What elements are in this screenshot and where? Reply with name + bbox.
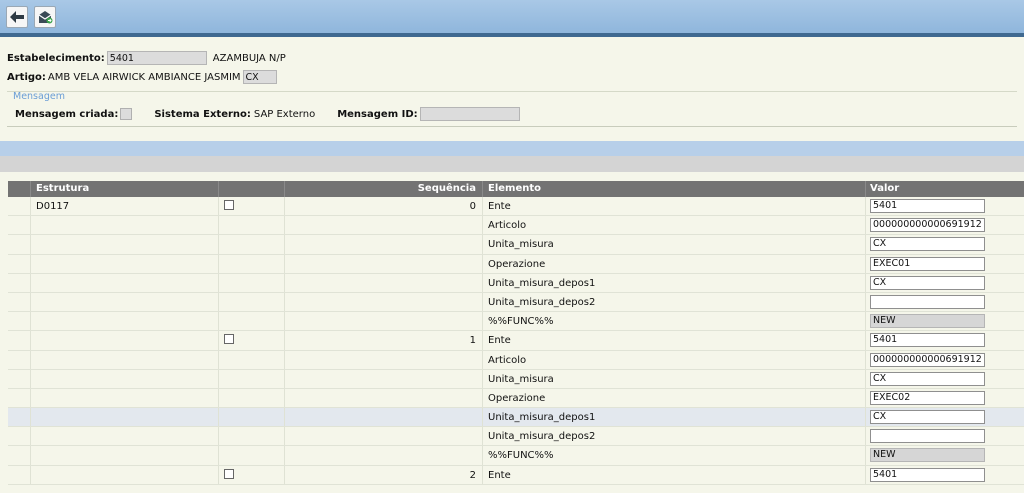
mensagem-criada-label: Mensagem criada: [15,108,119,120]
valor-readonly-field: NEW [870,448,985,463]
artigo-row: Artigo: AMB VELA AIRWICK AMBIANCE JASMIM… [7,69,277,85]
col-valor[interactable]: Valor [870,183,899,194]
valor-input[interactable]: CX [870,275,985,290]
elemento-cell: Unita_misura [488,373,554,385]
table-row: Unita_misura CX [8,369,1024,389]
mensagem-criada-checkbox[interactable] [120,108,133,120]
estabelecimento-name: AZAMBUJA N/P [212,52,286,64]
artigo-unit-field[interactable]: CX [242,70,277,84]
valor-input[interactable]: CX [870,410,985,425]
table-row: D0117 0 Ente 5401 [8,197,1024,217]
elemento-cell: Unita_misura [488,239,554,251]
mensagem-id-label: Mensagem ID: [337,108,418,120]
elemento-cell: Ente [488,201,511,212]
valor-input[interactable] [870,429,985,444]
table-row: %%FUNC%% NEW [8,312,1024,332]
elemento-cell: Articolo [488,220,527,232]
valor-input[interactable]: 5401 [870,467,985,482]
grid-header: Estrutura Sequência Elemento Valor [8,181,1024,197]
sistema-externo-value: SAP Externo [253,108,316,120]
valor-input[interactable]: 000000000000691912 [870,352,985,367]
table-row: Unita_misura_depos2 [8,292,1024,313]
back-button[interactable] [6,6,28,28]
elemento-cell: Operazione [488,258,546,270]
mensagem-id-field[interactable] [419,107,520,121]
send-message-button[interactable] [34,6,56,28]
estabelecimento-row: Estabelecimento: 5401 AZAMBUJA N/P [7,50,286,66]
table-row: %%FUNC%% NEW [8,446,1024,466]
valor-input[interactable] [870,294,985,309]
elemento-cell: Unita_misura_depos1 [488,277,596,289]
sequencia-cell: 1 [469,335,476,347]
back-arrow-icon [10,11,24,23]
mensagem-fieldset: Mensagem Mensagem criada: Sistema Extern… [7,91,1017,127]
valor-input[interactable]: 000000000000691912 [870,218,985,233]
table-row: Articolo 000000000000691912 [8,216,1024,236]
elemento-cell: %%FUNC%% [488,316,554,328]
col-sequencia[interactable]: Sequência [418,183,476,194]
elemento-cell: Unita_misura_depos2 [488,296,596,308]
valor-input[interactable]: 5401 [870,333,985,348]
elemento-cell: Ente [488,469,511,481]
sistema-externo-label: Sistema Externo: [154,108,251,120]
estabelecimento-label: Estabelecimento: [7,52,105,64]
table-row: 2 Ente 5401 [8,465,1024,485]
table-row: Operazione EXEC01 [8,254,1024,274]
table-row: Unita_misura_depos1 CX [8,273,1024,293]
row-checkbox[interactable] [224,200,234,210]
artigo-description: AMB VELA AIRWICK AMBIANCE JASMIM [47,71,241,83]
sequencia-cell: 0 [469,201,476,212]
row-checkbox[interactable] [224,468,234,479]
table-row: Unita_misura_depos2 [8,427,1024,447]
table-row: 1 Ente 5401 [8,331,1024,351]
grid-body: D0117 0 Ente 5401 Articolo 000000000000691912… [8,197,1024,485]
row-checkbox[interactable] [224,334,234,345]
table-row: Operazione EXEC02 [8,388,1024,409]
table-row: Unita_misura CX [8,235,1024,255]
valor-readonly-field: NEW [870,314,985,329]
valor-input[interactable]: CX [870,237,985,252]
sequencia-cell: 2 [469,469,476,481]
artigo-label: Artigo: [7,71,46,83]
elemento-cell: %%FUNC%% [488,450,554,462]
valor-input[interactable]: EXEC02 [870,390,985,405]
elemento-cell: Unita_misura_depos1 [488,412,596,424]
elemento-cell: Unita_misura_depos2 [488,431,596,443]
elemento-cell: Operazione [488,392,546,404]
col-elemento[interactable]: Elemento [488,183,541,194]
elemento-cell: Articolo [488,354,527,366]
valor-input[interactable]: EXEC01 [870,256,985,271]
estrutura-cell: D0117 [36,201,70,212]
table-row: Unita_misura_depos1 CX [8,408,1024,428]
toolbar [0,0,1024,37]
valor-input[interactable]: CX [870,371,985,386]
table-row: Articolo 000000000000691912 [8,350,1024,370]
mensagem-legend: Mensagem [13,91,65,102]
elemento-cell: Ente [488,335,511,347]
send-message-icon [38,11,53,24]
estabelecimento-field[interactable]: 5401 [106,51,207,65]
message-grid: Estrutura Sequência Elemento Valor D0117… [8,181,1024,485]
valor-input[interactable]: 5401 [870,199,985,213]
blue-separator [0,141,1024,156]
col-estrutura[interactable]: Estrutura [36,183,89,194]
gray-separator [0,156,1024,172]
